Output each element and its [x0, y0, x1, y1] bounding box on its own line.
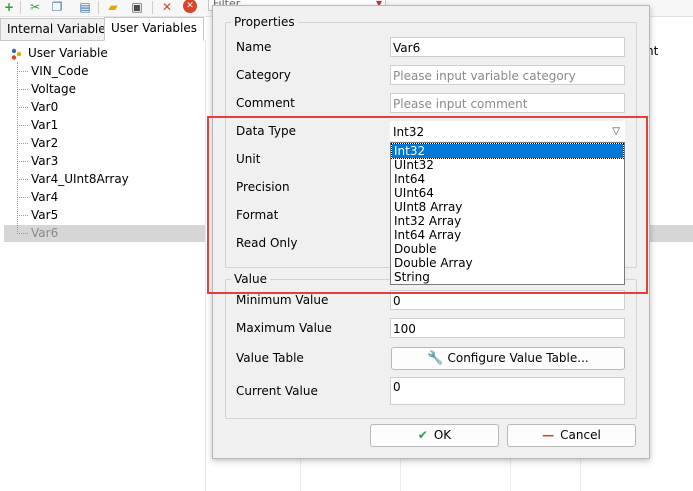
- configure-value-table-label: Configure Value Table...: [447, 351, 589, 365]
- tab-user-variables[interactable]: User Variables: [104, 17, 205, 41]
- variable-tabs: Internal Variables User Variables: [0, 17, 210, 41]
- comment-label: Comment: [236, 96, 295, 110]
- max-value-field[interactable]: 100: [390, 318, 625, 338]
- tab-internal-variables[interactable]: Internal Variables: [0, 18, 119, 41]
- tree-item[interactable]: VIN_Code: [17, 62, 88, 80]
- variable-tree: User Variable VIN_Code Voltage Var0 Var1…: [0, 40, 206, 491]
- save-icon[interactable]: ▣: [130, 0, 144, 14]
- tree-item[interactable]: Var4_UInt8Array: [17, 170, 129, 188]
- current-value-label: Current Value: [236, 384, 318, 398]
- wrench-icon: 🔧: [427, 351, 444, 366]
- tree-item[interactable]: Var2: [17, 134, 58, 152]
- tree-root[interactable]: User Variable: [10, 44, 108, 62]
- properties-group-title: Properties: [231, 15, 298, 29]
- add-icon[interactable]: +: [2, 0, 16, 14]
- tree-item[interactable]: Var3: [17, 152, 58, 170]
- delete-icon[interactable]: ✕: [160, 0, 174, 14]
- cut-icon[interactable]: ✂: [28, 0, 42, 14]
- cancel-button[interactable]: — Cancel: [507, 424, 636, 447]
- tree-item[interactable]: Voltage: [17, 80, 76, 98]
- max-value-label: Maximum Value: [236, 321, 332, 335]
- annotation-frame: [207, 116, 648, 294]
- tree-item[interactable]: Var1: [17, 116, 58, 134]
- category-field[interactable]: Please input variable category: [390, 65, 625, 85]
- current-value-field[interactable]: 0: [390, 377, 625, 405]
- tree-item[interactable]: Var0: [17, 98, 58, 116]
- configure-value-table-button[interactable]: 🔧 Configure Value Table...: [391, 347, 625, 370]
- tree-item-selected[interactable]: Var6: [17, 224, 58, 242]
- toolbar-separator: [98, 1, 99, 14]
- stop-icon[interactable]: ✕: [183, 0, 197, 13]
- ok-button[interactable]: ✔ OK: [370, 424, 499, 447]
- paste-icon[interactable]: ▤: [78, 0, 92, 14]
- open-folder-icon[interactable]: ▰: [106, 0, 120, 14]
- tree-item[interactable]: Var5: [17, 206, 58, 224]
- value-table-label: Value Table: [236, 351, 304, 365]
- ok-button-label: OK: [433, 428, 452, 442]
- comment-field[interactable]: Please input comment: [390, 93, 625, 113]
- name-label: Name: [236, 40, 272, 54]
- check-icon: ✔: [417, 428, 428, 442]
- toolbar-separator: [152, 1, 153, 14]
- category-label: Category: [236, 68, 291, 82]
- cancel-button-label: Cancel: [560, 428, 601, 442]
- tree-item[interactable]: Var4: [17, 188, 58, 206]
- toolbar-separator: [20, 1, 21, 14]
- tree-root-label: User Variable: [28, 46, 108, 60]
- copy-icon[interactable]: ❐: [50, 0, 64, 14]
- user-variable-icon: [11, 48, 22, 60]
- dash-icon: —: [542, 428, 555, 442]
- name-field[interactable]: Var6: [390, 37, 625, 57]
- selected-row-highlight: [648, 225, 693, 242]
